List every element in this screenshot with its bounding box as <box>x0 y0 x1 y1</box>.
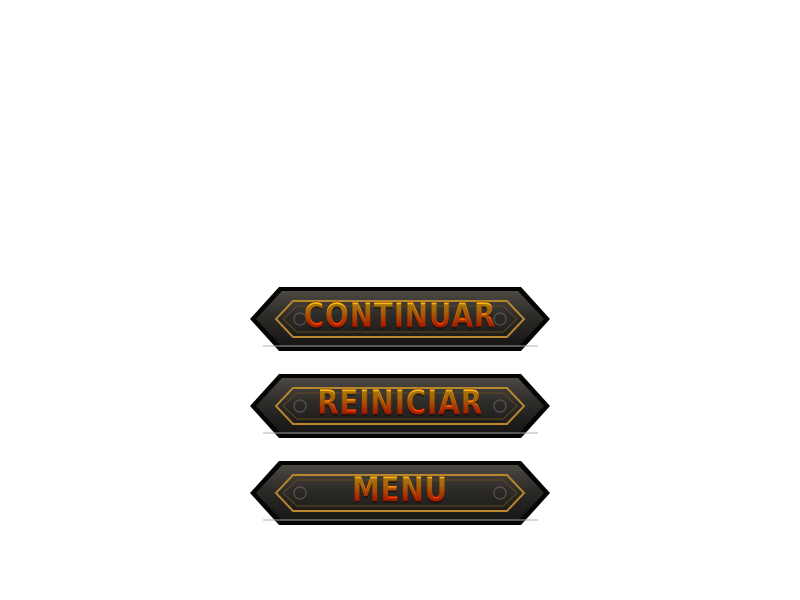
main-menu-button[interactable]: MENU <box>248 457 552 531</box>
pause-menu: CONTINUAR REINICIAR MENU <box>0 0 800 600</box>
restart-button[interactable]: REINICIAR <box>248 370 552 444</box>
restart-button-label: REINICIAR <box>275 383 524 423</box>
main-menu-button-label: MENU <box>275 470 524 510</box>
continue-button[interactable]: CONTINUAR <box>248 283 552 357</box>
continue-button-label: CONTINUAR <box>275 296 524 336</box>
game-screen: CONTINUAR REINICIAR MENU <box>0 0 800 600</box>
